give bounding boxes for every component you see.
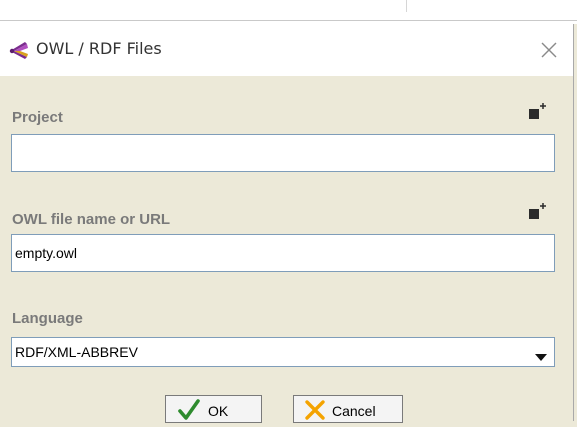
chevron-down-icon[interactable] (535, 349, 547, 361)
language-selected-value: RDF/XML-ABBREV (15, 344, 138, 360)
language-label: Language (12, 310, 83, 327)
cancel-button[interactable]: Cancel (293, 395, 403, 423)
background-tick (406, 0, 407, 12)
add-owl-file-icon[interactable] (527, 201, 549, 223)
cross-icon (304, 398, 326, 422)
cancel-label: Cancel (332, 403, 376, 419)
checkmark-icon (178, 398, 200, 422)
project-label: Project (12, 109, 63, 126)
add-project-icon[interactable] (527, 101, 549, 123)
background-window (0, 0, 577, 24)
owl-rdf-icon (8, 39, 30, 61)
dialog-titlebar: OWL / RDF Files (0, 24, 573, 76)
owl-file-input[interactable] (11, 234, 555, 272)
owl-rdf-dialog: OWL / RDF Files Project OWL file name or… (0, 24, 574, 423)
language-select[interactable]: RDF/XML-ABBREV (11, 337, 555, 367)
dialog-title: OWL / RDF Files (36, 39, 162, 58)
ok-label: OK (208, 403, 229, 419)
project-input[interactable] (11, 134, 555, 172)
ok-button[interactable]: OK (165, 395, 262, 423)
close-icon[interactable] (537, 38, 561, 62)
background-divider (0, 20, 577, 21)
owl-file-label: OWL file name or URL (12, 211, 171, 228)
